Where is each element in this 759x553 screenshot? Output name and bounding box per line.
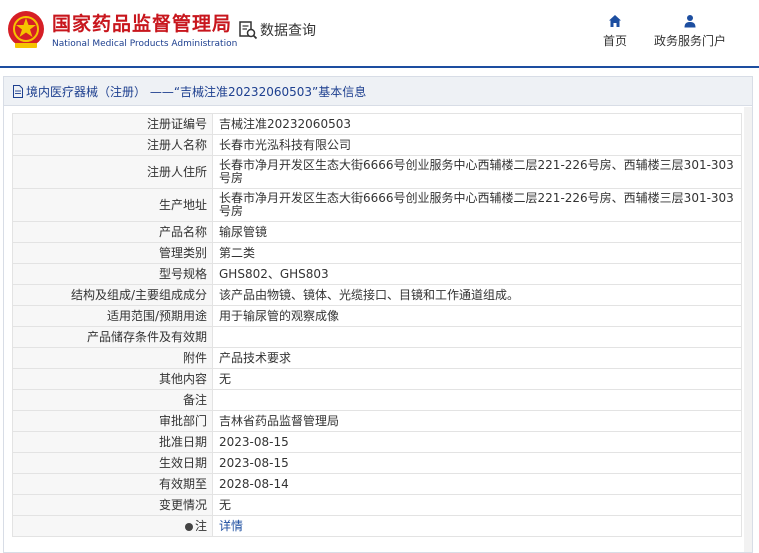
nav-service-portal[interactable]: 政务服务门户 [652, 14, 728, 49]
table-row: 型号规格 GHS802、GHS803 [12, 263, 742, 285]
field-value [212, 389, 742, 411]
field-value: 输尿管镜 [212, 221, 742, 243]
field-value: 无 [212, 368, 742, 390]
brand[interactable]: 国家药品监督管理局 National Medical Products Admi… [52, 12, 237, 51]
home-icon [609, 15, 621, 27]
field-value: 用于输尿管的观察成像 [212, 305, 742, 327]
field-value: 吉械注准20232060503 [212, 113, 742, 135]
nav-home[interactable]: 首页 [600, 14, 630, 49]
table-row: 批准日期 2023-08-15 [12, 431, 742, 453]
field-value: 长春市净月开发区生态大街6666号创业服务中心西辅楼二层221-226号房、西辅… [212, 155, 742, 189]
table-row: 适用范围/预期用途 用于输尿管的观察成像 [12, 305, 742, 327]
panel-title: 境内医疗器械（注册） ——“吉械注准20232060503”基本信息 [26, 84, 367, 99]
table-row: 审批部门 吉林省药品监督管理局 [12, 410, 742, 432]
registration-detail-table: 注册证编号 吉械注准20232060503 注册人名称 长春市光泓科技有限公司 … [12, 113, 742, 537]
panel-header: 境内医疗器械（注册） ——“吉械注准20232060503”基本信息 [4, 77, 752, 106]
field-value [212, 326, 742, 348]
header-divider [0, 66, 759, 68]
field-value: 2023-08-15 [212, 431, 742, 453]
note-label-cell: 注 [12, 515, 213, 537]
table-row: 生效日期 2023-08-15 [12, 452, 742, 474]
user-icon [684, 15, 696, 28]
table-row: 产品储存条件及有效期 [12, 326, 742, 348]
field-label: 变更情况 [12, 494, 213, 516]
table-row: 结构及组成/主要组成成分 该产品由物镜、镜体、光缆接口、目镜和工作通道组成。 [12, 284, 742, 306]
table-row-note: 注 详情 [12, 515, 742, 537]
field-label: 注册人名称 [12, 134, 213, 156]
field-label: 注册证编号 [12, 113, 213, 135]
field-label: 附件 [12, 347, 213, 369]
field-value: 2028-08-14 [212, 473, 742, 495]
note-label: 注 [194, 518, 207, 533]
field-value: 无 [212, 494, 742, 516]
field-label: 管理类别 [12, 242, 213, 264]
brand-name-cn: 国家药品监督管理局 [52, 13, 233, 35]
field-label: 产品名称 [12, 221, 213, 243]
field-label: 产品储存条件及有效期 [12, 326, 213, 348]
table-row: 有效期至 2028-08-14 [12, 473, 742, 495]
field-label: 审批部门 [12, 410, 213, 432]
field-label: 有效期至 [12, 473, 213, 495]
table-row: 备注 [12, 389, 742, 411]
details-link[interactable]: 详情 [219, 519, 243, 533]
table-row: 产品名称 输尿管镜 [12, 221, 742, 243]
document-icon [13, 84, 23, 98]
field-label: 备注 [12, 389, 213, 411]
field-value: 吉林省药品监督管理局 [212, 410, 742, 432]
data-query-title: 数据查询 [238, 20, 316, 40]
nav-service-portal-label: 政务服务门户 [653, 34, 726, 48]
table-row: 注册人住所 长春市净月开发区生态大街6666号创业服务中心西辅楼二层221-22… [12, 155, 742, 189]
field-label: 生效日期 [12, 452, 213, 474]
table-row: 管理类别 第二类 [12, 242, 742, 264]
field-value: 长春市光泓科技有限公司 [212, 134, 742, 156]
site-header: 国家药品监督管理局 National Medical Products Admi… [0, 0, 759, 66]
table-row: 注册人名称 长春市光泓科技有限公司 [12, 134, 742, 156]
field-label: 生产地址 [12, 188, 213, 222]
note-value-cell: 详情 [212, 515, 742, 537]
field-value: 该产品由物镜、镜体、光缆接口、目镜和工作通道组成。 [212, 284, 742, 306]
field-label: 结构及组成/主要组成成分 [12, 284, 213, 306]
table-row: 生产地址 长春市净月开发区生态大街6666号创业服务中心西辅楼二层221-226… [12, 188, 742, 222]
field-value: GHS802、GHS803 [212, 263, 742, 285]
national-emblem-logo [8, 11, 44, 48]
field-value: 产品技术要求 [212, 347, 742, 369]
brand-name-en: National Medical Products Administration [52, 39, 238, 49]
table-row: 注册证编号 吉械注准20232060503 [12, 113, 742, 135]
field-label: 其他内容 [12, 368, 213, 390]
field-value: 长春市净月开发区生态大街6666号创业服务中心西辅楼二层221-226号房、西辅… [212, 188, 742, 222]
data-query-label: 数据查询 [260, 23, 316, 39]
field-value: 2023-08-15 [212, 452, 742, 474]
table-row: 附件 产品技术要求 [12, 347, 742, 369]
nav-home-label: 首页 [602, 34, 627, 48]
document-search-icon [239, 21, 258, 40]
field-label: 注册人住所 [12, 155, 213, 189]
field-label: 批准日期 [12, 431, 213, 453]
vertical-scrollbar[interactable] [744, 107, 752, 552]
table-row: 变更情况 无 [12, 494, 742, 516]
field-label: 型号规格 [12, 263, 213, 285]
field-value: 第二类 [212, 242, 742, 264]
info-dot-icon [184, 522, 193, 531]
table-row: 其他内容 无 [12, 368, 742, 390]
field-label: 适用范围/预期用途 [12, 305, 213, 327]
detail-panel: 境内医疗器械（注册） ——“吉械注准20232060503”基本信息 注册证编号… [3, 76, 753, 553]
